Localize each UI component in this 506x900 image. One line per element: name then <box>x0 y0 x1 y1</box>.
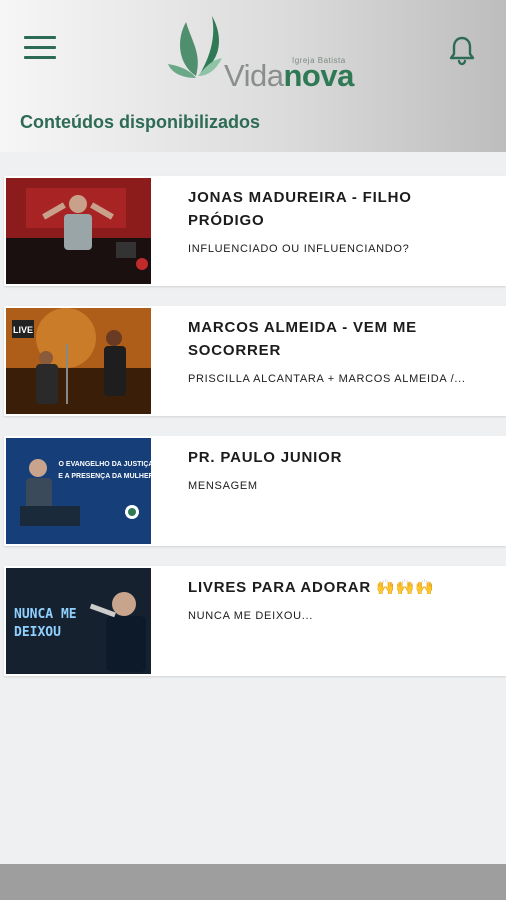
section-title: Conteúdos disponibilizados <box>20 112 260 132</box>
thumbnail-label: LIVE <box>13 325 33 335</box>
hamburger-menu-icon[interactable] <box>24 34 58 62</box>
vidanova-logo: Igreja Batista Vidanova <box>166 14 366 96</box>
logo-nova-text: nova <box>283 58 355 93</box>
leaf-logo-icon <box>168 16 222 78</box>
svg-text:E A PRESENÇA DA MULHER: E A PRESENÇA DA MULHER <box>58 473 151 480</box>
video-thumbnail[interactable] <box>6 178 151 284</box>
thumbnail-image <box>6 178 151 284</box>
logo-vida-text: Vida <box>224 58 284 93</box>
thumbnail-image: O EVANGELHO DA JUSTIÇA E A PRESENÇA DA M… <box>6 438 151 544</box>
video-thumbnail[interactable]: O EVANGELHO DA JUSTIÇA E A PRESENÇA DA M… <box>6 438 151 544</box>
video-subtitle: PRISCILLA ALCANTARA + MARCOS ALMEIDA /..… <box>188 373 466 385</box>
video-subtitle: MENSAGEM <box>188 480 258 492</box>
video-title: JONAS MADUREIRA - FILHO PRÓDIGO <box>188 189 412 229</box>
bottom-navigation-bar <box>0 864 506 900</box>
svg-text:DEIXOU: DEIXOU <box>14 625 61 640</box>
video-title: LIVRES PARA ADORAR 🙌🙌🙌 <box>188 579 435 596</box>
bell-icon[interactable] <box>448 34 476 66</box>
video-thumbnail[interactable]: LIVE <box>6 308 151 414</box>
thumbnail-image: LIVE <box>6 308 151 414</box>
logo-wordmark: Vidanova <box>224 60 354 92</box>
video-subtitle: NUNCA ME DEIXOU... <box>188 610 314 622</box>
video-card[interactable]: O EVANGELHO DA JUSTIÇA E A PRESENÇA DA M… <box>4 436 506 546</box>
video-card[interactable]: JONAS MADUREIRA - FILHO PRÓDIGO INFLUENC… <box>4 176 506 286</box>
video-card[interactable]: LIVE MARCOS ALMEIDA - VEM ME SOCORRER PR… <box>4 306 506 416</box>
video-title: MARCOS ALMEIDA - VEM ME SOCORRER <box>188 319 417 359</box>
app-header: Igreja Batista Vidanova Conteúdos dispon… <box>0 0 506 152</box>
svg-text:NUNCA ME: NUNCA ME <box>14 607 77 622</box>
video-thumbnail[interactable]: NUNCA ME DEIXOU <box>6 568 151 674</box>
video-title: PR. PAULO JUNIOR <box>188 449 343 466</box>
svg-text:O EVANGELHO DA JUSTIÇA: O EVANGELHO DA JUSTIÇA <box>59 461 151 468</box>
thumbnail-image: NUNCA ME DEIXOU <box>6 568 151 674</box>
video-subtitle: INFLUENCIADO OU INFLUENCIANDO? <box>188 243 410 255</box>
video-card[interactable]: NUNCA ME DEIXOU LIVRES PARA ADORAR 🙌🙌🙌 N… <box>4 566 506 676</box>
